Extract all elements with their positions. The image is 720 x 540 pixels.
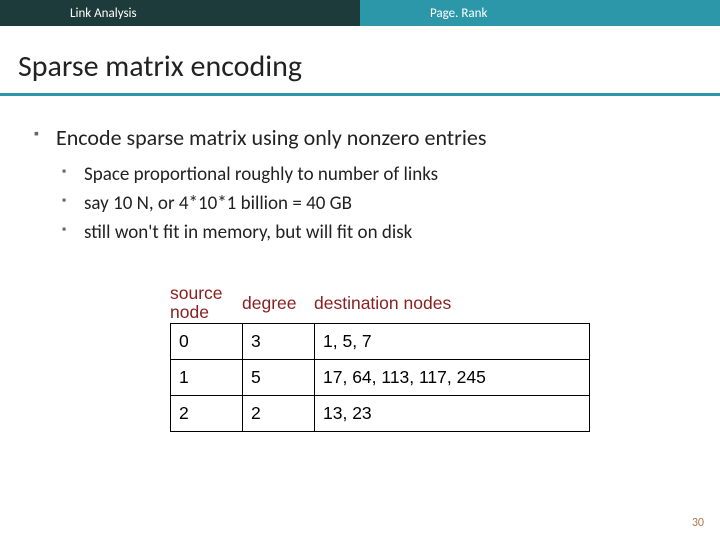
table-row: 1 5 17, 64, 113, 117, 245 xyxy=(171,359,590,395)
header-right-text: Page. Rank xyxy=(430,6,487,21)
header-right-section: Page. Rank xyxy=(360,0,720,26)
cell-degree: 5 xyxy=(243,359,315,395)
bullet-list: Encode sparse matrix using only nonzero … xyxy=(0,110,720,248)
bullet-level2: say 10 N, or 4*10*1 billion = 40 GB xyxy=(62,190,686,219)
col-header-degree: degree xyxy=(242,284,314,323)
cell-dest: 1, 5, 7 xyxy=(315,323,590,359)
header-left-text: Link Analysis xyxy=(70,6,137,21)
table-row: 2 2 13, 23 xyxy=(171,395,590,431)
cell-dest: 17, 64, 113, 117, 245 xyxy=(315,359,590,395)
bullet-level2: still won't fit in memory, but will fit … xyxy=(62,219,686,248)
sparse-matrix-table: source node degree destination nodes 0 3… xyxy=(170,284,590,432)
table-row: 0 3 1, 5, 7 xyxy=(171,323,590,359)
cell-degree: 3 xyxy=(243,323,315,359)
cell-dest: 13, 23 xyxy=(315,395,590,431)
cell-degree: 2 xyxy=(243,395,315,431)
table-header-row: source node degree destination nodes xyxy=(170,284,590,323)
title-rule xyxy=(0,93,720,96)
cell-source: 0 xyxy=(171,323,243,359)
slide-title: Sparse matrix encoding xyxy=(0,26,720,93)
slide-number: 30 xyxy=(692,516,704,530)
bullet-level1: Encode sparse matrix using only nonzero … xyxy=(34,120,686,161)
cell-source: 1 xyxy=(171,359,243,395)
col-header-source: source node xyxy=(170,284,242,323)
bullet-level2: Space proportional roughly to number of … xyxy=(62,161,686,190)
slide-header: Link Analysis Page. Rank xyxy=(0,0,720,26)
col-header-dest: destination nodes xyxy=(314,284,590,323)
data-table: 0 3 1, 5, 7 1 5 17, 64, 113, 117, 245 2 … xyxy=(170,323,590,432)
cell-source: 2 xyxy=(171,395,243,431)
header-left-section: Link Analysis xyxy=(0,0,360,26)
